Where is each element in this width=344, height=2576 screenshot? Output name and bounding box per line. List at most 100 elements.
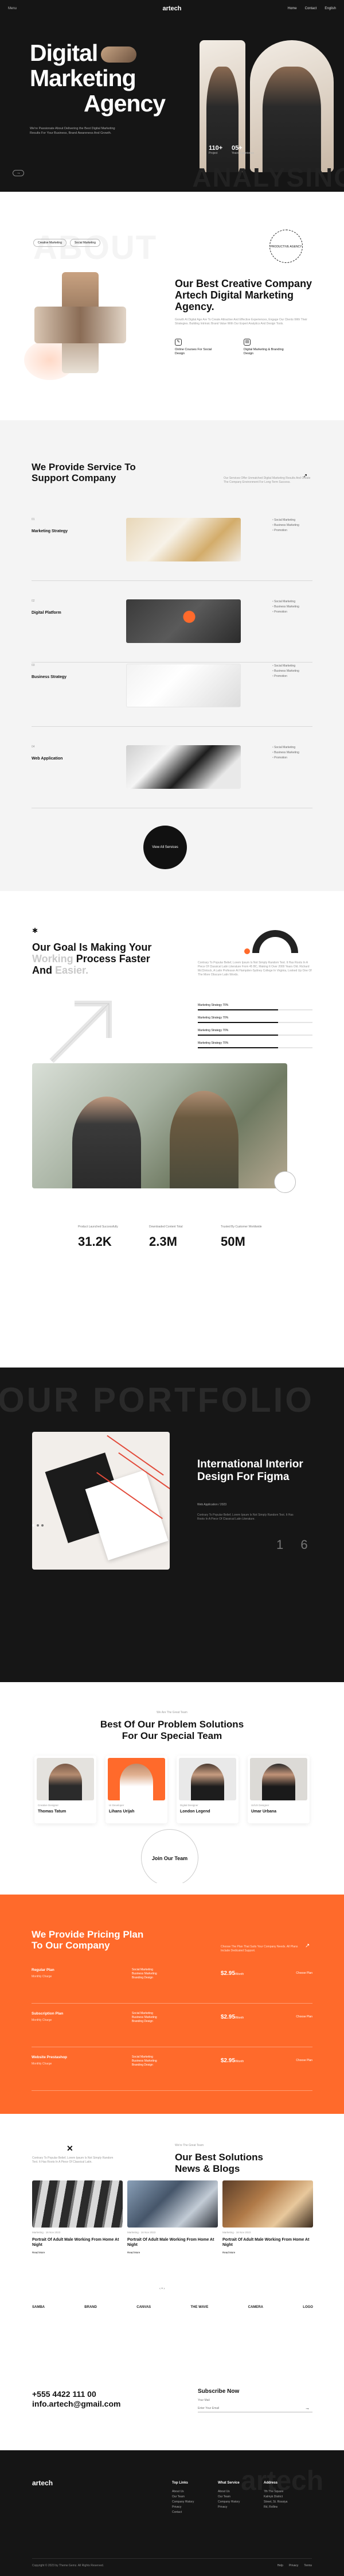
pen-icon: ✎ — [175, 339, 182, 346]
chip-social-marketing[interactable]: Social Marketing — [69, 239, 100, 247]
menu-button[interactable]: Menu — [8, 7, 17, 10]
hero-stat-projects: 110+ Project — [209, 145, 223, 155]
service-image — [126, 518, 241, 561]
footer-link-privacy[interactable]: Privacy — [289, 2564, 298, 2567]
copyright: Copyright © 2023 by Theme Gemz. All Righ… — [32, 2564, 104, 2567]
footer-column-services: What Service About Us Our Team Company H… — [218, 2481, 264, 2510]
blog-pager[interactable]: ‹ • › — [159, 2287, 165, 2291]
client-logo: SAMBA — [32, 2306, 45, 2309]
blog-post-card[interactable]: Marketing · 16 Nov 2023 Portrait Of Adul… — [127, 2180, 218, 2254]
service-row[interactable]: 02 Digital Platform Social MarketingBusi… — [32, 599, 312, 663]
feature-online-courses: ✎ Online Courses For Social Design — [175, 339, 212, 355]
nav-link-contact[interactable]: Contact — [305, 7, 317, 10]
team-member-card[interactable]: UI/UX Designer Umar Urbana — [248, 1756, 310, 1823]
brand-logo[interactable]: artech — [162, 5, 181, 12]
phone-number[interactable]: +555 4422 111 00 — [32, 2389, 96, 2399]
service-name[interactable]: Business Strategy — [32, 675, 67, 679]
services-title: We Provide Service To Support Company — [32, 462, 136, 483]
stat-downloads: Downloaded Content Total 2.3M — [149, 1225, 183, 1249]
read-more-link[interactable]: Read More — [127, 2251, 218, 2254]
post-title[interactable]: Portrait Of Adult Male Working From Home… — [32, 2237, 123, 2248]
goal-text: Contrary To Popular Belief, Lorem Ipsum … — [198, 961, 312, 977]
service-name[interactable]: Marketing Strategy — [32, 529, 68, 533]
productive-agency-badge: PRODUCTIVE AGENCY — [269, 230, 303, 263]
choose-plan-button[interactable]: Choose Plan — [296, 2059, 312, 2062]
feature-digital-marketing: ▤ Digital Marketing & Branding Design — [244, 339, 284, 355]
service-row[interactable]: 04 Web Application Social MarketingBusin… — [32, 745, 312, 808]
client-logo: CAMERA — [248, 2306, 263, 2309]
arrow-icon[interactable]: ↗ — [303, 473, 307, 479]
join-team-button[interactable]: Join Our Team — [141, 1829, 198, 1883]
service-name[interactable]: Digital Platform — [32, 611, 61, 615]
scroll-ring[interactable] — [274, 1171, 296, 1193]
portfolio-subtitle: Web Application / 2023 — [197, 1503, 227, 1506]
footer-link-help[interactable]: Help — [277, 2564, 283, 2567]
plan-name: Subscription Plan — [32, 2012, 64, 2016]
portfolio-section: OUR PORTFOLIO International Interior Des… — [0, 1368, 344, 1682]
pricing-plan-row: Regular Plan Monthly Charge Social Marke… — [32, 1968, 312, 2004]
post-title[interactable]: Portrait Of Adult Male Working From Home… — [222, 2237, 313, 2248]
hero-pill-image — [101, 47, 137, 63]
nav-link-home[interactable]: Home — [288, 7, 297, 10]
portfolio-title[interactable]: International Interior Design For Figma — [197, 1458, 312, 1483]
arrow-icon[interactable]: ↗ — [305, 1943, 310, 1949]
read-more-link[interactable]: Read More — [32, 2251, 123, 2254]
email-address[interactable]: info.artech@gmail.com — [32, 2399, 120, 2408]
footer-link[interactable]: Our Team — [218, 2494, 264, 2500]
email-label: Your Mail — [198, 2399, 210, 2402]
footer-link[interactable]: Our Team — [172, 2494, 218, 2500]
progress-bar: Marketing Strategy 70% — [198, 1016, 312, 1023]
hero-title-line3: Agency — [84, 90, 166, 117]
footer-column-top-links: Top Links About Us Our Team Company Hist… — [172, 2481, 218, 2515]
hero-section: Menu artech Home Contact English Digital… — [0, 0, 344, 192]
chip-creative-marketing[interactable]: Creative Marketing — [33, 239, 67, 247]
cross-icon: ✕ — [67, 2144, 73, 2153]
team-title: Best Of Our Problem Solutions For Our Spe… — [100, 1719, 244, 1741]
footer-link[interactable]: Contact — [172, 2510, 218, 2515]
footer-link[interactable]: Company History — [172, 2500, 218, 2505]
plan-price: $2.95/Month — [221, 2014, 244, 2020]
progress-fill — [198, 1009, 278, 1010]
pricing-section: We Provide Pricing Plan To Our Company Ch… — [0, 1895, 344, 2114]
service-name[interactable]: Web Application — [32, 757, 62, 761]
footer-link-terms[interactable]: Terms — [304, 2564, 312, 2567]
portfolio-card-image[interactable] — [32, 1432, 170, 1570]
footer-link[interactable]: About Us — [172, 2489, 218, 2494]
footer-logo[interactable]: artech — [32, 2479, 53, 2487]
footer-legal-links: Help Privacy Terms — [277, 2564, 312, 2567]
subscribe-email-input[interactable] — [198, 2404, 312, 2412]
contact-section: +555 4422 111 00 info.artech@gmail.com S… — [0, 2321, 344, 2450]
footer-link[interactable]: Company History — [218, 2500, 264, 2505]
read-more-link[interactable]: Read More — [222, 2251, 313, 2254]
choose-plan-button[interactable]: Choose Plan — [296, 1971, 312, 1975]
footer-link[interactable]: Privacy — [172, 2505, 218, 2510]
service-row[interactable]: 03 Business Strategy Social MarketingBus… — [32, 664, 312, 727]
post-title[interactable]: Portrait Of Adult Male Working From Home… — [127, 2237, 218, 2248]
blog-post-card[interactable]: Marketing · 16 Nov 2023 Portrait Of Adul… — [222, 2180, 313, 2254]
service-row[interactable]: 01 Marketing Strategy Social MarketingBu… — [32, 518, 312, 581]
hero-title-line1: Digital — [30, 40, 98, 66]
team-member-card[interactable]: Digital Designer London Legend — [177, 1756, 239, 1823]
choose-plan-button[interactable]: Choose Plan — [296, 2015, 312, 2019]
progress-fill — [198, 1022, 278, 1023]
progress-bar: Marketing Strategy 70% — [198, 1004, 312, 1010]
team-member-card[interactable]: Creative Designer Thomas Tatum — [34, 1756, 96, 1823]
service-image — [126, 745, 241, 789]
client-logos: SAMBA BRAND CANVAS THE WAVE CAMERA LOGO — [32, 2306, 313, 2309]
blog-post-card[interactable]: Marketing · 16 Nov 2023 Portrait Of Adul… — [32, 2180, 123, 2254]
service-number: 04 — [32, 745, 35, 749]
asterisk-icon: ✱ — [32, 927, 38, 935]
scroll-arrow-button[interactable]: → — [13, 170, 24, 176]
blog-left-text: Contrary To Popular Belief, Lorem Ipsum … — [32, 2156, 114, 2164]
send-arrow-icon[interactable]: → — [305, 2405, 310, 2411]
footer-link[interactable]: About Us — [218, 2489, 264, 2494]
pricing-title: We Provide Pricing Plan To Our Company — [32, 1929, 144, 1951]
footer-link[interactable]: Privacy — [218, 2505, 264, 2510]
slider-dots[interactable] — [32, 1519, 46, 1529]
view-all-services-button[interactable]: View All Services — [143, 826, 187, 869]
big-arrow-graphic — [49, 1001, 112, 1063]
chart-icon: ▤ — [244, 339, 251, 346]
team-member-card[interactable]: UI Developer Lihans Urijah — [105, 1756, 167, 1823]
hero-stat-experience: 05+ Years Experience — [232, 145, 255, 155]
language-switch[interactable]: English — [325, 7, 336, 10]
